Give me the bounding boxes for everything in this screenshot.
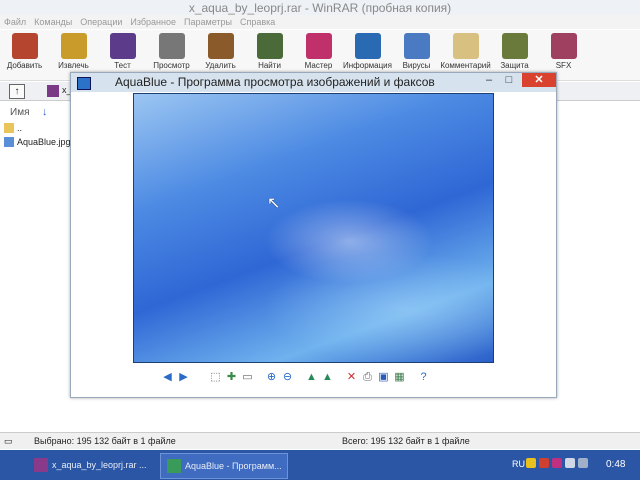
viewer-toolbar: ◀ ▶ ⬚ ✚ ▭ ⊕ ⊖ ▲ ▲ ✕ ⎙ ▣ ▦ ? — [161, 369, 430, 385]
image-file-icon — [4, 137, 14, 147]
next-icon[interactable]: ▶ — [177, 371, 190, 384]
file-name: AquaBlue.jpg — [17, 137, 71, 147]
menu-bar: Файл Команды Операции Избранное Параметр… — [0, 15, 640, 29]
info-label: Информация — [343, 61, 392, 70]
view-label: Просмотр — [153, 61, 190, 70]
menu-options[interactable]: Параметры — [180, 15, 236, 29]
test-icon — [109, 33, 136, 59]
slideshow-icon[interactable]: ▭ — [241, 371, 254, 384]
wizard-icon — [305, 33, 332, 59]
mouse-cursor-icon: ↖ — [267, 195, 281, 212]
taskbar-item-viewer[interactable]: AquaBlue - Программ... — [160, 453, 288, 479]
list-item[interactable]: .. — [4, 122, 22, 134]
system-tray — [526, 458, 588, 468]
viewer-app-icon — [77, 77, 91, 90]
delete-icon[interactable]: ✕ — [345, 371, 358, 384]
name-column-header[interactable]: Имя — [10, 107, 29, 118]
minimize-button[interactable]: – — [481, 73, 497, 87]
window-title: x_aqua_by_leoprj.rar - WinRAR (пробная к… — [0, 0, 640, 16]
comment-icon — [452, 33, 479, 59]
close-button[interactable]: ✕ — [522, 73, 556, 87]
list-item[interactable]: AquaBlue.jpg — [4, 136, 71, 148]
folder-icon — [4, 123, 14, 133]
volume-icon[interactable] — [578, 458, 588, 468]
add-archive-icon — [11, 33, 38, 59]
status-bar: ▭ Выбрано: 195 132 байт в 1 файле Всего:… — [0, 432, 640, 449]
menu-commands[interactable]: Команды — [30, 15, 76, 29]
best-fit-icon[interactable]: ⬚ — [209, 371, 222, 384]
info-icon — [354, 33, 381, 59]
image-viewer-window: AquaBlue - Программа просмотра изображен… — [70, 72, 557, 398]
wallpaper-image: ↖ — [133, 93, 494, 363]
drive-icon: ▭ — [4, 436, 13, 446]
file-name: .. — [17, 123, 23, 133]
zoom-in-icon[interactable]: ⊕ — [265, 371, 278, 384]
task-label: x_aqua_by_leoprj.rar ... — [52, 460, 147, 470]
taskbar-item-winrar[interactable]: x_aqua_by_leoprj.rar ... — [28, 453, 154, 477]
flag-icon[interactable] — [526, 458, 536, 468]
network-icon[interactable] — [565, 458, 575, 468]
comment-label: Комментарий — [440, 61, 491, 70]
add-button[interactable]: Добавить — [0, 30, 49, 80]
menu-help[interactable]: Справка — [236, 15, 279, 29]
save-icon[interactable]: ▣ — [377, 371, 390, 384]
print-icon[interactable]: ⎙ — [361, 371, 374, 384]
delete-icon — [207, 33, 234, 59]
viewer-icon — [167, 459, 181, 473]
viewer-title: AquaBlue - Программа просмотра изображен… — [115, 75, 435, 89]
menu-operations[interactable]: Операции — [76, 15, 126, 29]
rotate-ccw-icon[interactable]: ▲ — [321, 371, 334, 384]
menu-favorites[interactable]: Избранное — [126, 15, 180, 29]
test-label: Тест — [114, 61, 131, 70]
language-indicator[interactable]: RU — [512, 459, 525, 469]
previous-icon[interactable]: ◀ — [161, 371, 174, 384]
antivirus-icon[interactable] — [539, 458, 549, 468]
extract-label: Извлечь — [58, 61, 89, 70]
winrar-icon — [34, 458, 48, 472]
app-tray-icon[interactable] — [552, 458, 562, 468]
help-icon[interactable]: ? — [417, 371, 430, 384]
maximize-button[interactable]: □ — [501, 73, 517, 87]
sfx-icon — [550, 33, 577, 59]
delete-label: Удалить — [205, 61, 236, 70]
taskbar: x_aqua_by_leoprj.rar ... AquaBlue - Прог… — [0, 450, 640, 480]
wizard-label: Мастер — [304, 61, 333, 70]
find-icon — [256, 33, 283, 59]
sfx-label: SFX — [555, 61, 572, 70]
edit-icon[interactable]: ▦ — [393, 371, 406, 384]
status-total: Всего: 195 132 байт в 1 файле — [342, 436, 470, 446]
virus-label: Вирусы — [402, 61, 431, 70]
extract-icon — [60, 33, 87, 59]
file-list-header: Имя ↓ — [0, 104, 72, 120]
protect-icon — [501, 33, 528, 59]
archive-icon — [47, 85, 59, 97]
viewer-title-bar[interactable]: AquaBlue - Программа просмотра изображен… — [71, 73, 556, 92]
up-folder-button[interactable]: ↑ — [9, 84, 25, 99]
sort-down-icon[interactable]: ↓ — [42, 106, 48, 118]
menu-file[interactable]: Файл — [0, 15, 30, 29]
status-selected: Выбрано: 195 132 байт в 1 файле — [34, 436, 176, 446]
clock[interactable]: 0:48 — [606, 459, 625, 470]
zoom-out-icon[interactable]: ⊖ — [281, 371, 294, 384]
rotate-cw-icon[interactable]: ▲ — [305, 371, 318, 384]
view-icon — [158, 33, 185, 59]
virus-icon — [403, 33, 430, 59]
add-label: Добавить — [6, 61, 43, 70]
task-label: AquaBlue - Программ... — [185, 461, 282, 471]
protect-label: Защита — [500, 61, 529, 70]
find-label: Найти — [258, 61, 281, 70]
actual-size-icon[interactable]: ✚ — [225, 371, 238, 384]
